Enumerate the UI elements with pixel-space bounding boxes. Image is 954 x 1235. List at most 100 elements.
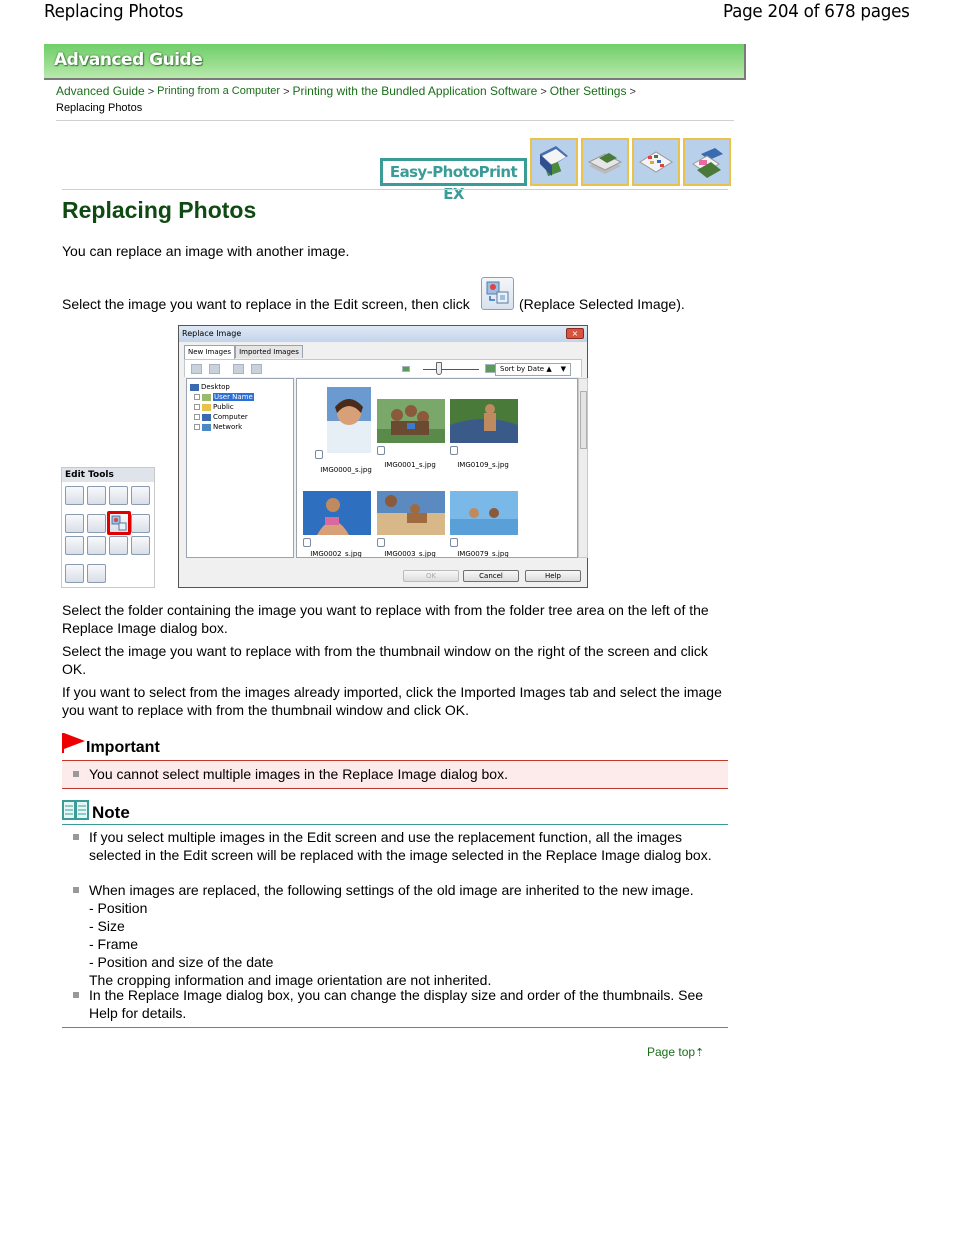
edit-text-tool[interactable] (87, 564, 106, 583)
help-button[interactable]: Help (525, 570, 581, 582)
expand-icon[interactable] (194, 404, 200, 410)
thumbnail-name: IMG0001_s.jpg (384, 461, 436, 469)
use-count-icon (377, 446, 385, 455)
thumbnail-item[interactable]: IMG0109_s.jpg (450, 399, 518, 469)
breadcrumb-link-other-settings[interactable]: Other Settings (550, 84, 627, 98)
instruction-paragraph: Select the folder containing the image y… (62, 602, 709, 636)
user-folder-icon (202, 393, 211, 401)
small-thumbnail-icon[interactable] (402, 366, 410, 372)
advanced-guide-banner: Advanced Guide (44, 44, 746, 80)
rotate-icon[interactable] (233, 364, 244, 374)
tree-item-user-name[interactable]: User Name (194, 392, 254, 402)
thumbnail-item[interactable]: IMG0000_s.jpg (315, 387, 383, 474)
thumbnail-name: IMG0000_s.jpg (320, 466, 372, 474)
use-count-icon (450, 446, 458, 455)
note-book-icon (62, 800, 89, 820)
slider-thumb[interactable] (436, 362, 442, 375)
tree-item-computer[interactable]: Computer (194, 412, 248, 422)
desktop-icon (190, 383, 199, 391)
dialog-toolbar: Sort by Date ▲ ▼ (184, 359, 582, 377)
use-count-icon (303, 538, 311, 547)
important-item: You cannot select multiple images in the… (73, 765, 508, 783)
replace-image-dialog: Replace Image × New Images Imported Imag… (178, 325, 588, 588)
divider (56, 120, 734, 121)
thumbnail-size-slider[interactable] (423, 369, 479, 370)
page-header: Replacing Photos Page 204 of 678 pages (0, 0, 954, 28)
instruction-paragraph: If you want to select from the images al… (62, 684, 722, 718)
breadcrumb-link-advanced-guide[interactable]: Advanced Guide (56, 84, 145, 98)
edit-tools-title: Edit Tools (62, 468, 154, 482)
folder-tree: Desktop User Name Public Computer Networ… (186, 378, 294, 558)
expand-icon[interactable] (194, 424, 200, 430)
note-item: In the Replace Image dialog box, you can… (73, 986, 719, 1022)
intro-text: You can replace an image with another im… (62, 243, 350, 259)
layout-print-icon[interactable] (632, 138, 680, 186)
tool-button[interactable] (87, 514, 106, 533)
thumbnail-item[interactable]: IMG0001_s.jpg (377, 399, 445, 469)
tree-item-public[interactable]: Public (194, 402, 234, 412)
photo-thumbnail (450, 491, 518, 535)
breadcrumb-link-printing-from-computer[interactable]: Printing from a Computer (157, 85, 280, 97)
ok-button[interactable]: OK (403, 570, 459, 582)
chevron-down-icon: ▼ (560, 365, 566, 373)
select-all-icon[interactable] (191, 364, 202, 374)
sort-dropdown[interactable]: Sort by Date ▲ ▼ (495, 363, 571, 376)
bullet-icon (73, 834, 79, 840)
replace-image-icon (486, 281, 509, 304)
scrollbar-thumb[interactable] (580, 391, 587, 449)
album-icon[interactable] (530, 138, 578, 186)
tree-item-desktop[interactable]: Desktop (190, 382, 230, 392)
add-text-tool[interactable] (65, 564, 84, 583)
thumbnail-item[interactable]: IMG0079_s.jpg (450, 491, 518, 557)
inherited-setting: - Position (89, 900, 148, 916)
computer-icon (202, 413, 211, 421)
tool-button[interactable] (65, 536, 84, 555)
replace-selected-image-tool[interactable] (107, 511, 131, 535)
tool-button[interactable] (131, 514, 150, 533)
edit-tools-panel: Edit Tools (61, 467, 155, 588)
dialog-tabs: New Images Imported Images (184, 345, 303, 359)
cancel-button[interactable]: Cancel (463, 570, 519, 582)
photo-thumbnail (377, 491, 445, 535)
thumbnail-item[interactable]: IMG0002_s.jpg (303, 491, 371, 557)
tool-button[interactable] (109, 536, 128, 555)
deselect-all-icon[interactable] (209, 364, 220, 374)
page-top-link[interactable]: Page top⇡ (647, 1045, 704, 1059)
tool-button[interactable] (109, 486, 128, 505)
thumbnail-item[interactable]: IMG0003_s.jpg (377, 491, 445, 557)
tab-new-images[interactable]: New Images (184, 345, 236, 359)
photo-thumbnail (327, 387, 371, 453)
breadcrumb-link-bundled-software[interactable]: Printing with the Bundled Application So… (293, 84, 538, 98)
calendar-icon[interactable] (581, 138, 629, 186)
breadcrumb-separator: > (147, 86, 155, 98)
network-icon (202, 423, 211, 431)
photo-thumbnail (450, 399, 518, 443)
arrow-up-icon: ⇡ (695, 1047, 705, 1059)
thumbnail-name: IMG0002_s.jpg (310, 550, 362, 558)
thumbnail-window: IMG0000_s.jpg IMG0001_s.jpg IMG0109_s.jp… (296, 378, 578, 558)
expand-icon[interactable] (194, 394, 200, 400)
use-count-icon (377, 538, 385, 547)
mode-icons (530, 138, 731, 186)
tool-button[interactable] (87, 486, 106, 505)
note-heading: Note (92, 803, 130, 822)
thumbnail-name: IMG0079_s.jpg (457, 550, 509, 558)
tool-button[interactable] (131, 486, 150, 505)
breadcrumb-separator: > (540, 86, 547, 98)
tool-button[interactable] (131, 536, 150, 555)
expand-icon[interactable] (194, 414, 200, 420)
replace-selected-image-button (481, 277, 514, 310)
close-button[interactable]: × (566, 328, 584, 339)
stickers-icon[interactable] (683, 138, 731, 186)
tool-button[interactable] (65, 486, 84, 505)
thumbnail-name: IMG0003_s.jpg (384, 550, 436, 558)
vertical-scrollbar[interactable] (578, 378, 588, 558)
image-info-icon[interactable] (251, 364, 262, 374)
tool-button[interactable] (87, 536, 106, 555)
dialog-title: Replace Image (179, 326, 587, 342)
tree-item-network[interactable]: Network (194, 422, 242, 432)
tab-imported-images[interactable]: Imported Images (235, 345, 303, 358)
step1-text-after: (Replace Selected Image). (519, 296, 685, 312)
page-title: Replacing Photos (62, 197, 257, 223)
tool-button[interactable] (65, 514, 84, 533)
